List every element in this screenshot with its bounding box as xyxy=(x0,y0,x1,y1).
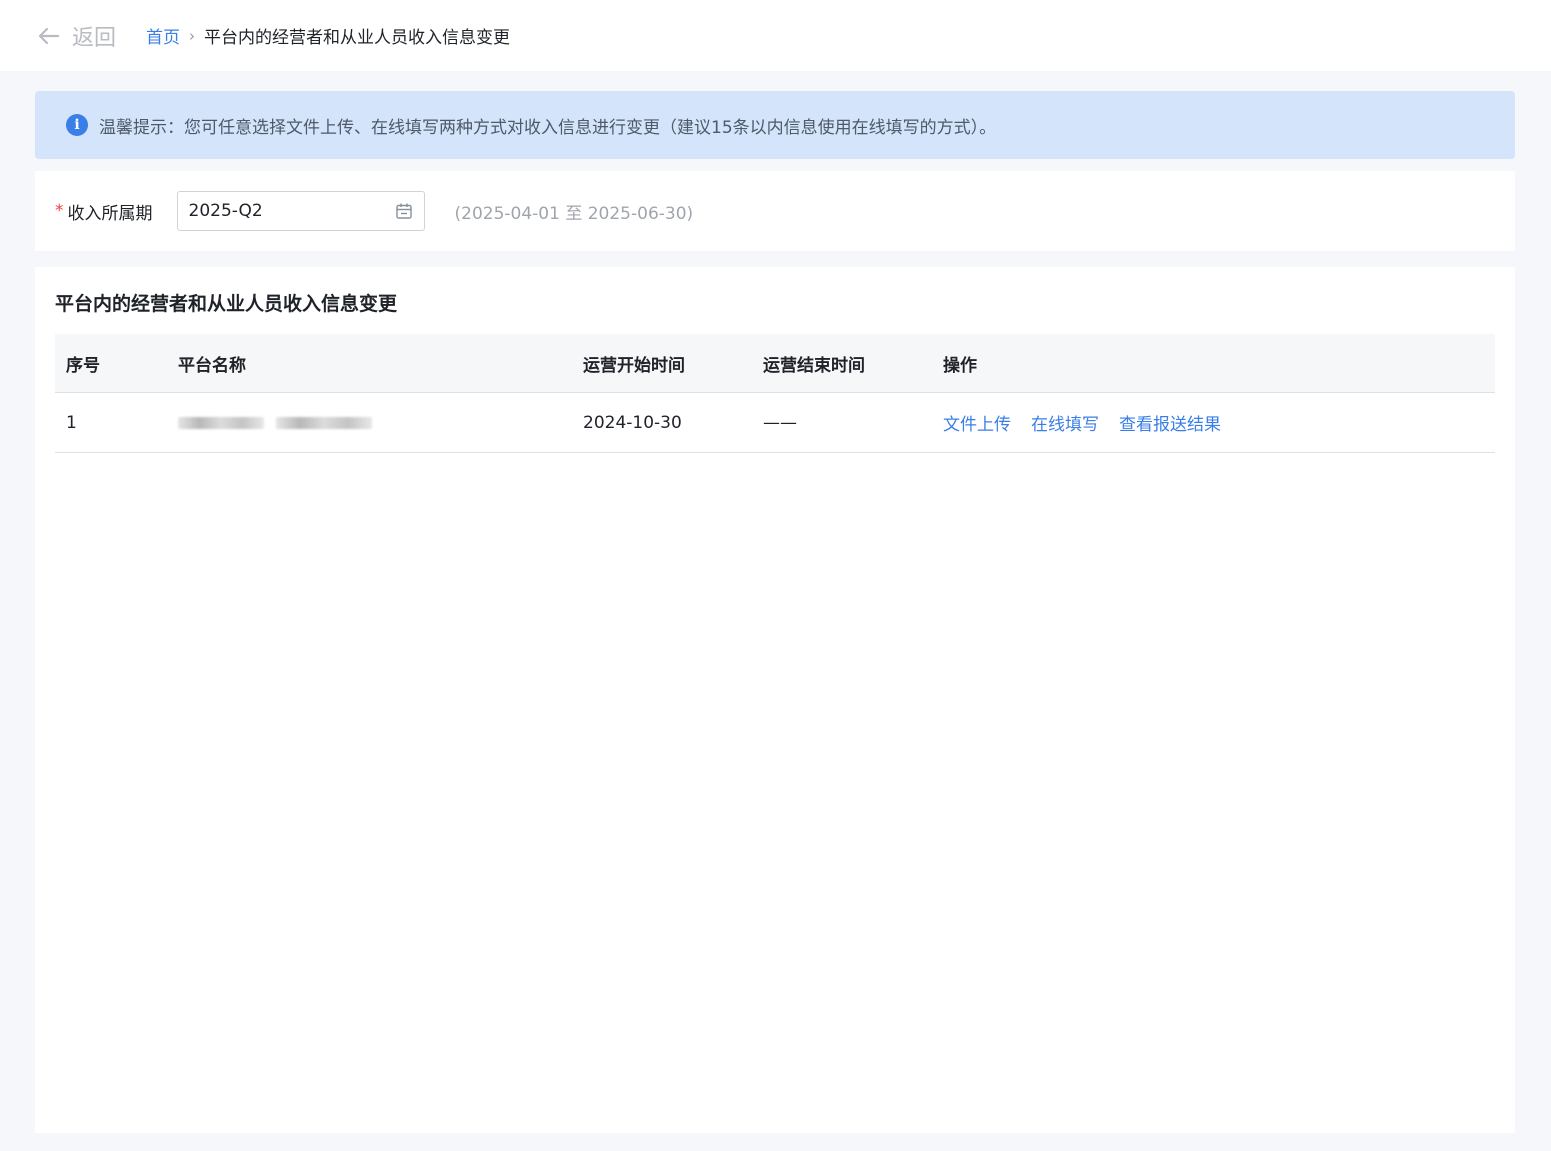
period-value: 2025-Q2 xyxy=(188,201,263,221)
data-table: 序号 平台名称 运营开始时间 运营结束时间 操作 1 2024-10-30 ——… xyxy=(55,334,1495,453)
view-report-result-link[interactable]: 查看报送结果 xyxy=(1119,410,1221,435)
period-picker[interactable]: 2025-Q2 xyxy=(176,191,425,231)
required-mark: * xyxy=(55,201,64,221)
calendar-icon xyxy=(395,203,412,219)
col-header-index: 序号 xyxy=(66,355,100,376)
table-card: 平台内的经营者和从业人员收入信息变更 序号 平台名称 运营开始时间 运营结束时间… xyxy=(35,267,1515,1133)
table-row: 1 2024-10-30 —— 文件上传 在线填写 查看报送结果 xyxy=(55,393,1495,453)
breadcrumb: 首页 › 平台内的经营者和从业人员收入信息变更 xyxy=(146,23,511,49)
back-button[interactable]: 返回 xyxy=(38,20,116,52)
row-start-date: 2024-10-30 xyxy=(583,412,682,433)
top-bar: 返回 首页 › 平台内的经营者和从业人员收入信息变更 xyxy=(0,0,1551,71)
table-header: 序号 平台名称 运营开始时间 运营结束时间 操作 xyxy=(55,334,1495,393)
info-icon: i xyxy=(66,114,88,136)
arrow-left-icon xyxy=(38,27,60,44)
file-upload-link[interactable]: 文件上传 xyxy=(943,410,1011,435)
breadcrumb-home[interactable]: 首页 xyxy=(146,23,180,48)
section-title: 平台内的经营者和从业人员收入信息变更 xyxy=(55,293,398,315)
row-end-date: —— xyxy=(763,412,797,433)
tip-notice: i 温馨提示：您可任意选择文件上传、在线填写两种方式对收入信息进行变更（建议15… xyxy=(35,91,1515,159)
period-range: (2025-04-01 至 2025-06-30) xyxy=(454,203,694,224)
col-header-end-time: 运营结束时间 xyxy=(763,355,865,376)
col-header-start-time: 运营开始时间 xyxy=(583,355,685,376)
tip-text: 温馨提示：您可任意选择文件上传、在线填写两种方式对收入信息进行变更（建议15条以… xyxy=(99,117,997,138)
col-header-actions: 操作 xyxy=(943,355,977,376)
back-label: 返回 xyxy=(72,25,117,51)
online-fill-link[interactable]: 在线填写 xyxy=(1031,410,1099,435)
period-label-text: 收入所属期 xyxy=(67,203,153,224)
period-label: * 收入所属期 xyxy=(55,199,153,224)
row-platform-name xyxy=(167,411,572,435)
breadcrumb-current: 平台内的经营者和从业人员收入信息变更 xyxy=(204,28,511,48)
col-header-platform-name: 平台名称 xyxy=(178,355,246,376)
row-actions: 文件上传 在线填写 查看报送结果 xyxy=(932,410,1495,435)
row-index: 1 xyxy=(66,412,77,433)
filter-card: * 收入所属期 2025-Q2 (2025-04-01 至 2025-06-30… xyxy=(35,171,1515,251)
redacted-platform-name xyxy=(178,411,572,435)
chevron-right-icon: › xyxy=(189,26,196,45)
